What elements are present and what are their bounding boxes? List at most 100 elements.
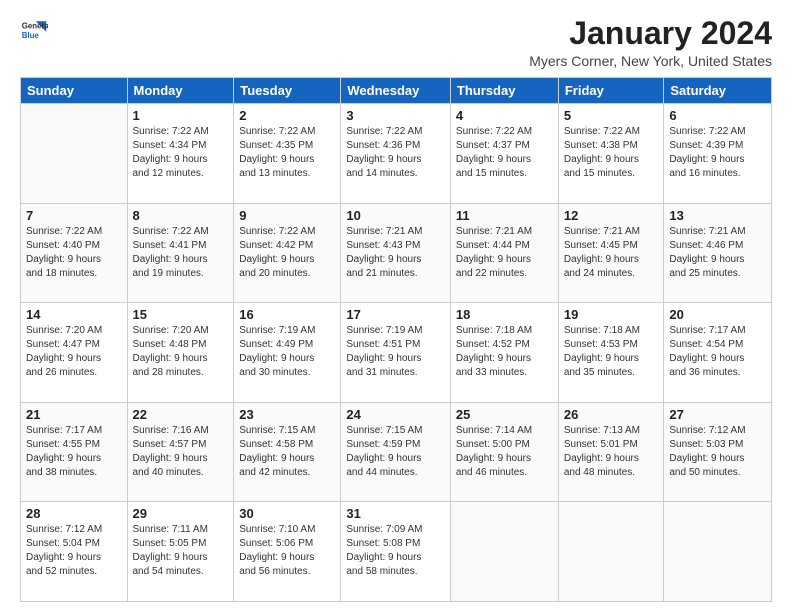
header-tuesday: Tuesday <box>234 78 341 104</box>
cell-week4-day0: 28 Sunrise: 7:12 AM Sunset: 5:04 PM Dayli… <box>21 502 128 602</box>
cell-week2-day2: 16 Sunrise: 7:19 AM Sunset: 4:49 PM Dayli… <box>234 303 341 403</box>
day-info: Sunrise: 7:21 AM Sunset: 4:43 PM Dayligh… <box>346 225 445 281</box>
day-number: 8 <box>133 208 229 223</box>
svg-text:Blue: Blue <box>22 31 40 40</box>
day-info: Sunrise: 7:15 AM Sunset: 4:58 PM Dayligh… <box>239 424 335 480</box>
day-info: Sunrise: 7:21 AM Sunset: 4:44 PM Dayligh… <box>456 225 553 281</box>
cell-week3-day2: 23 Sunrise: 7:15 AM Sunset: 4:58 PM Dayli… <box>234 402 341 502</box>
day-number: 22 <box>133 407 229 422</box>
day-info: Sunrise: 7:19 AM Sunset: 4:49 PM Dayligh… <box>239 324 335 380</box>
day-number: 24 <box>346 407 445 422</box>
cell-week4-day6 <box>664 502 772 602</box>
day-info: Sunrise: 7:22 AM Sunset: 4:37 PM Dayligh… <box>456 125 553 181</box>
day-number: 5 <box>564 108 659 123</box>
day-number: 15 <box>133 307 229 322</box>
day-number: 12 <box>564 208 659 223</box>
cell-week3-day3: 24Sunrise: 7:15 AM Sunset: 4:59 PM Dayli… <box>341 402 451 502</box>
day-number: 14 <box>26 307 122 322</box>
cell-week4-day3: 31 Sunrise: 7:09 AM Sunset: 5:08 PM Dayli… <box>341 502 451 602</box>
day-number: 23 <box>239 407 335 422</box>
cell-week2-day5: 19Sunrise: 7:18 AM Sunset: 4:53 PM Dayli… <box>558 303 664 403</box>
day-info: Sunrise: 7:22 AM Sunset: 4:41 PM Dayligh… <box>133 225 229 281</box>
day-number: 1 <box>133 108 229 123</box>
cell-week0-day4: 4Sunrise: 7:22 AM Sunset: 4:37 PM Daylig… <box>450 104 558 204</box>
page: General Blue January 2024 Myers Corner, … <box>0 0 792 612</box>
header-thursday: Thursday <box>450 78 558 104</box>
day-number: 21 <box>26 407 122 422</box>
day-info: Sunrise: 7:14 AM Sunset: 5:00 PM Dayligh… <box>456 424 553 480</box>
day-number: 25 <box>456 407 553 422</box>
day-info: Sunrise: 7:18 AM Sunset: 4:52 PM Dayligh… <box>456 324 553 380</box>
cell-week4-day4 <box>450 502 558 602</box>
cell-week0-day3: 3 Sunrise: 7:22 AM Sunset: 4:36 PM Daylig… <box>341 104 451 204</box>
day-info: Sunrise: 7:22 AM Sunset: 4:40 PM Dayligh… <box>26 225 122 281</box>
week-row-4: 28 Sunrise: 7:12 AM Sunset: 5:04 PM Dayli… <box>21 502 772 602</box>
logo: General Blue <box>20 16 48 44</box>
day-info: Sunrise: 7:09 AM Sunset: 5:08 PM Dayligh… <box>346 523 445 579</box>
day-number: 6 <box>669 108 766 123</box>
day-number: 10 <box>346 208 445 223</box>
day-number: 20 <box>669 307 766 322</box>
day-info: Sunrise: 7:22 AM Sunset: 4:35 PM Dayligh… <box>239 125 335 181</box>
cell-week2-day1: 15 Sunrise: 7:20 AM Sunset: 4:48 PM Dayli… <box>127 303 234 403</box>
day-number: 28 <box>26 506 122 521</box>
header: General Blue January 2024 Myers Corner, … <box>20 16 772 69</box>
header-friday: Friday <box>558 78 664 104</box>
day-info: Sunrise: 7:17 AM Sunset: 4:54 PM Dayligh… <box>669 324 766 380</box>
cell-week0-day1: 1Sunrise: 7:22 AM Sunset: 4:34 PM Daylig… <box>127 104 234 204</box>
day-info: Sunrise: 7:18 AM Sunset: 4:53 PM Dayligh… <box>564 324 659 380</box>
header-monday: Monday <box>127 78 234 104</box>
cell-week4-day2: 30 Sunrise: 7:10 AM Sunset: 5:06 PM Dayli… <box>234 502 341 602</box>
day-number: 18 <box>456 307 553 322</box>
day-info: Sunrise: 7:10 AM Sunset: 5:06 PM Dayligh… <box>239 523 335 579</box>
header-sunday: Sunday <box>21 78 128 104</box>
day-info: Sunrise: 7:20 AM Sunset: 4:47 PM Dayligh… <box>26 324 122 380</box>
cell-week3-day6: 27Sunrise: 7:12 AM Sunset: 5:03 PM Dayli… <box>664 402 772 502</box>
day-info: Sunrise: 7:12 AM Sunset: 5:04 PM Dayligh… <box>26 523 122 579</box>
cell-week0-day6: 6 Sunrise: 7:22 AM Sunset: 4:39 PM Daylig… <box>664 104 772 204</box>
cell-week1-day0: 7 Sunrise: 7:22 AM Sunset: 4:40 PM Daylig… <box>21 203 128 303</box>
cell-week0-day0 <box>21 104 128 204</box>
day-info: Sunrise: 7:13 AM Sunset: 5:01 PM Dayligh… <box>564 424 659 480</box>
cell-week1-day1: 8 Sunrise: 7:22 AM Sunset: 4:41 PM Daylig… <box>127 203 234 303</box>
day-number: 27 <box>669 407 766 422</box>
day-info: Sunrise: 7:21 AM Sunset: 4:46 PM Dayligh… <box>669 225 766 281</box>
title-area: January 2024 Myers Corner, New York, Uni… <box>529 16 772 69</box>
cell-week2-day6: 20 Sunrise: 7:17 AM Sunset: 4:54 PM Dayli… <box>664 303 772 403</box>
day-number: 29 <box>133 506 229 521</box>
cell-week1-day5: 12 Sunrise: 7:21 AM Sunset: 4:45 PM Dayli… <box>558 203 664 303</box>
day-info: Sunrise: 7:22 AM Sunset: 4:38 PM Dayligh… <box>564 125 659 181</box>
day-number: 30 <box>239 506 335 521</box>
day-number: 2 <box>239 108 335 123</box>
svg-text:General: General <box>22 21 48 30</box>
cell-week3-day4: 25 Sunrise: 7:14 AM Sunset: 5:00 PM Dayli… <box>450 402 558 502</box>
day-info: Sunrise: 7:22 AM Sunset: 4:36 PM Dayligh… <box>346 125 445 181</box>
day-info: Sunrise: 7:21 AM Sunset: 4:45 PM Dayligh… <box>564 225 659 281</box>
day-number: 17 <box>346 307 445 322</box>
cell-week3-day5: 26 Sunrise: 7:13 AM Sunset: 5:01 PM Dayli… <box>558 402 664 502</box>
cell-week4-day1: 29 Sunrise: 7:11 AM Sunset: 5:05 PM Dayli… <box>127 502 234 602</box>
week-row-1: 7 Sunrise: 7:22 AM Sunset: 4:40 PM Daylig… <box>21 203 772 303</box>
day-number: 16 <box>239 307 335 322</box>
location: Myers Corner, New York, United States <box>529 53 772 69</box>
day-number: 31 <box>346 506 445 521</box>
cell-week2-day3: 17Sunrise: 7:19 AM Sunset: 4:51 PM Dayli… <box>341 303 451 403</box>
cell-week4-day5 <box>558 502 664 602</box>
day-info: Sunrise: 7:11 AM Sunset: 5:05 PM Dayligh… <box>133 523 229 579</box>
cell-week0-day5: 5 Sunrise: 7:22 AM Sunset: 4:38 PM Daylig… <box>558 104 664 204</box>
day-number: 9 <box>239 208 335 223</box>
cell-week0-day2: 2 Sunrise: 7:22 AM Sunset: 4:35 PM Daylig… <box>234 104 341 204</box>
day-number: 3 <box>346 108 445 123</box>
day-info: Sunrise: 7:20 AM Sunset: 4:48 PM Dayligh… <box>133 324 229 380</box>
day-number: 26 <box>564 407 659 422</box>
day-number: 11 <box>456 208 553 223</box>
week-row-3: 21Sunrise: 7:17 AM Sunset: 4:55 PM Dayli… <box>21 402 772 502</box>
day-info: Sunrise: 7:22 AM Sunset: 4:39 PM Dayligh… <box>669 125 766 181</box>
cell-week3-day0: 21Sunrise: 7:17 AM Sunset: 4:55 PM Dayli… <box>21 402 128 502</box>
cell-week2-day0: 14 Sunrise: 7:20 AM Sunset: 4:47 PM Dayli… <box>21 303 128 403</box>
logo-icon: General Blue <box>20 16 48 44</box>
calendar-table: Sunday Monday Tuesday Wednesday Thursday… <box>20 77 772 602</box>
day-number: 7 <box>26 208 122 223</box>
cell-week1-day4: 11 Sunrise: 7:21 AM Sunset: 4:44 PM Dayli… <box>450 203 558 303</box>
cell-week2-day4: 18 Sunrise: 7:18 AM Sunset: 4:52 PM Dayli… <box>450 303 558 403</box>
